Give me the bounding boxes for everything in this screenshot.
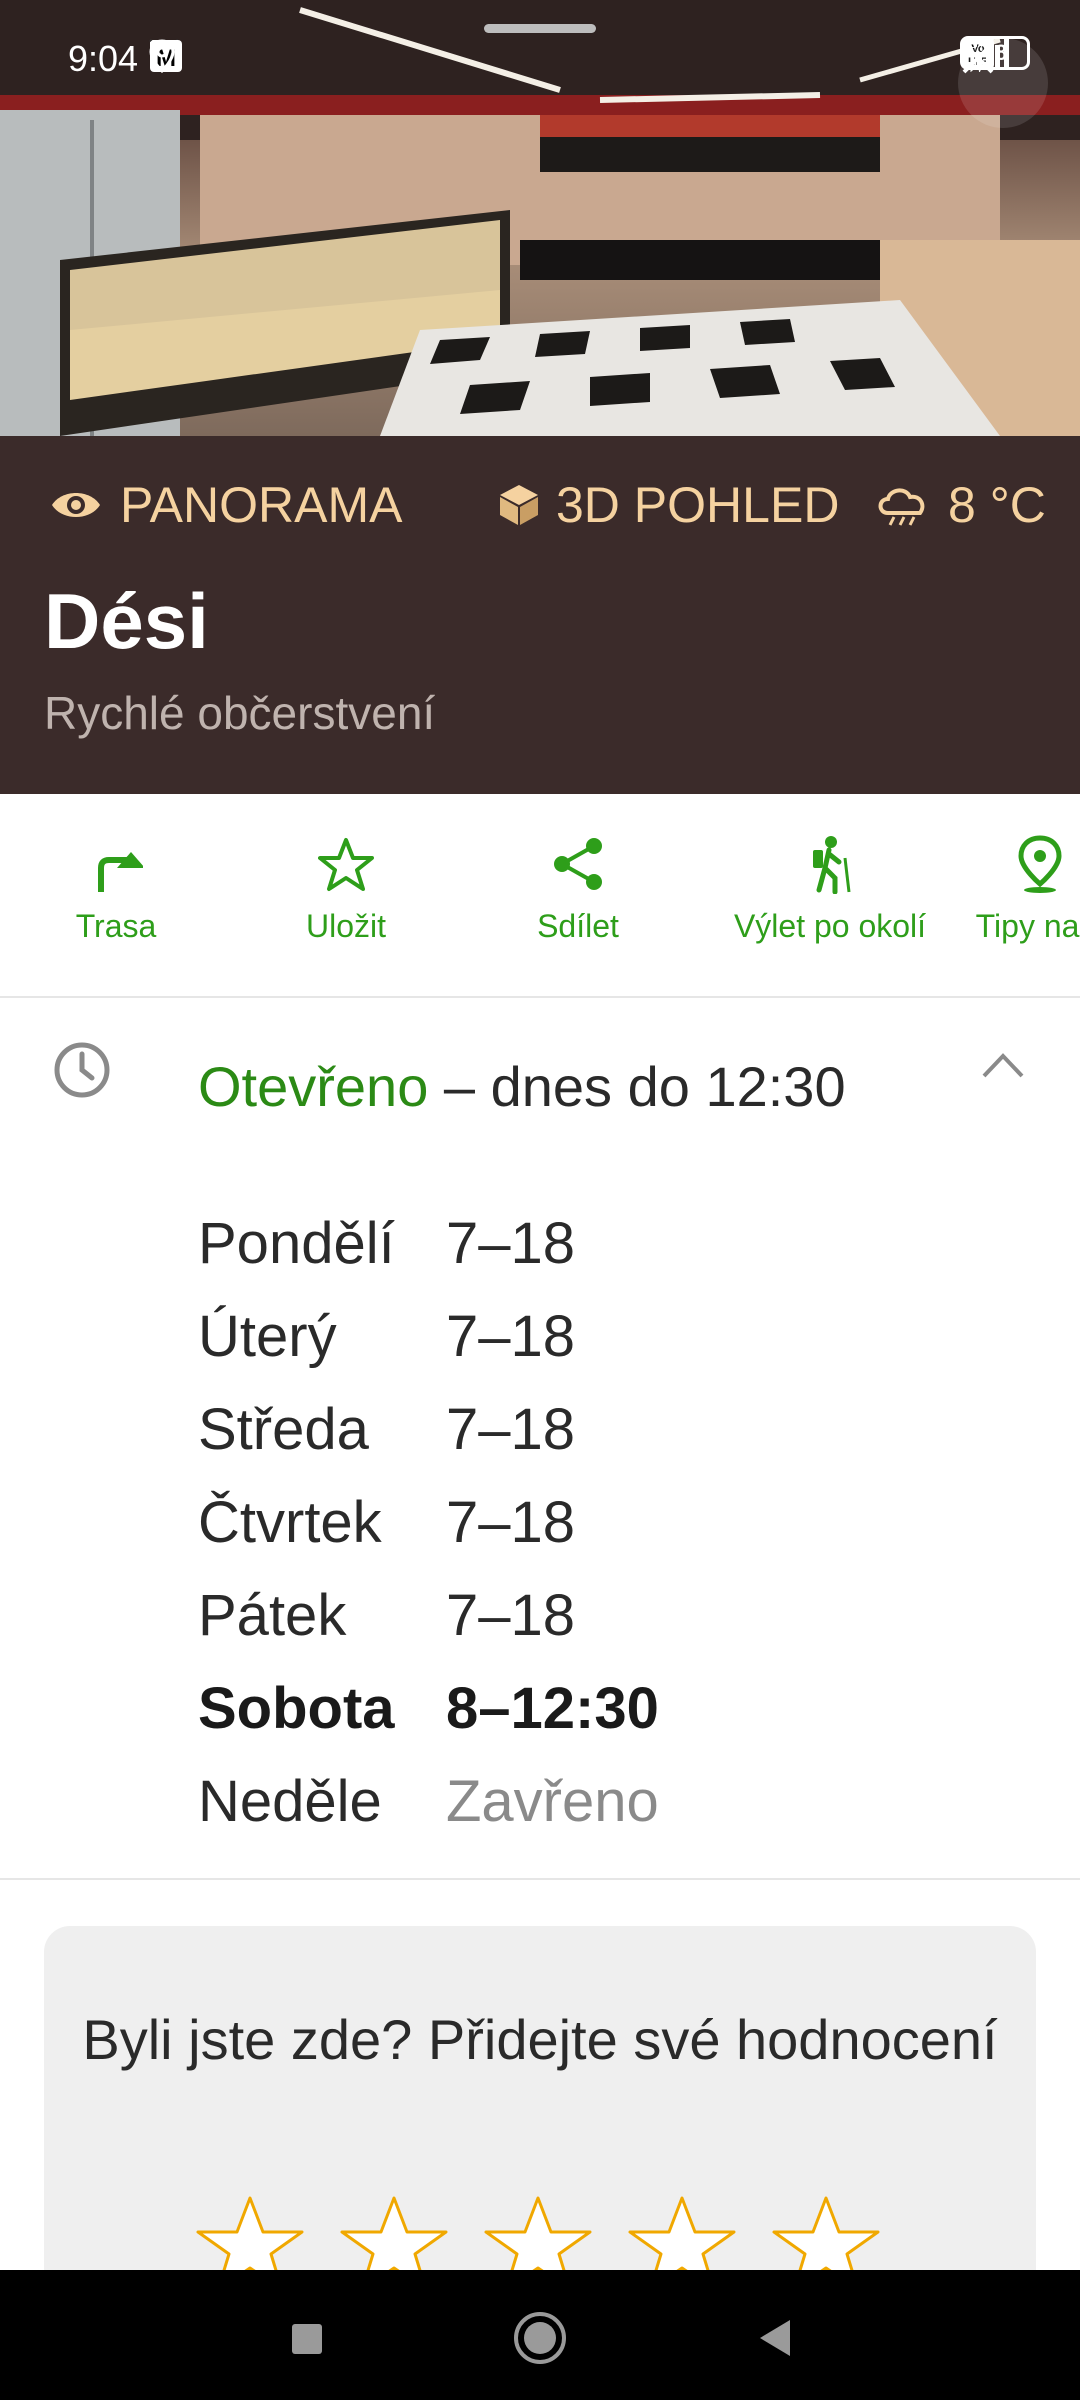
day-hours: 7–18 — [446, 1583, 576, 1648]
place-photo[interactable]: 9:04 M VoLTE 4G+ 78 — [0, 0, 1080, 436]
hours-row-sunday: Neděle Zavřeno — [198, 1768, 659, 1861]
opening-hours-section[interactable]: Otevřeno – dnes do 12:30 Pondělí 7–18 Úte… — [0, 998, 1080, 1880]
day-hours: Zavřeno — [446, 1769, 659, 1834]
close-button[interactable] — [958, 38, 1048, 128]
hours-row-tuesday: Úterý 7–18 — [198, 1303, 659, 1396]
day-name: Pondělí — [198, 1211, 395, 1276]
recents-icon[interactable] — [282, 2308, 332, 2368]
rating-prompt: Byli jste zde? Přidejte své hodnocení — [82, 2008, 998, 2071]
open-status: Otevřeno – dnes do 12:30 — [198, 1054, 846, 1119]
rating-card: Byli jste zde? Přidejte své hodnocení — [44, 1926, 1036, 2306]
temperature-label: 8 °C — [948, 477, 1046, 533]
day-hours: 7–18 — [446, 1304, 576, 1369]
hiker-icon — [813, 836, 851, 894]
day-name: Středa — [198, 1397, 369, 1462]
action-route[interactable]: Trasa — [64, 834, 168, 945]
place-name: Dési — [44, 577, 209, 665]
day-name: Úterý — [198, 1304, 337, 1369]
action-tips[interactable]: Tipy na v — [950, 834, 1080, 945]
action-save-label: Uložit — [305, 908, 386, 944]
status-bar: 9:04 M VoLTE 4G+ 78 — [0, 0, 1080, 110]
place-category: Rychlé občerstvení — [44, 687, 436, 739]
day-name: Neděle — [198, 1769, 382, 1834]
chevron-up-icon[interactable] — [980, 1050, 1026, 1080]
back-icon[interactable] — [752, 2308, 802, 2368]
place-header: PANORAMA 3D POHLED 8 °C Dési Rychlé obče… — [0, 436, 1080, 794]
action-share[interactable]: Sdílet — [522, 834, 634, 945]
cloud-rain-icon — [878, 488, 925, 526]
home-icon[interactable] — [510, 2308, 570, 2368]
action-row[interactable]: Trasa Uložit Sdílet Výlet po okolí Tipy … — [0, 794, 1080, 998]
weather-button[interactable]: 8 °C — [874, 476, 1046, 534]
panorama-button[interactable]: PANORAMA — [48, 476, 402, 534]
action-save[interactable]: Uložit — [284, 834, 408, 945]
day-name: Pátek — [198, 1583, 347, 1648]
route-icon — [98, 852, 143, 892]
action-share-label: Sdílet — [537, 908, 619, 944]
day-hours: 7–18 — [446, 1490, 576, 1555]
3d-view-button[interactable]: 3D POHLED — [498, 476, 839, 534]
action-nearby-trip[interactable]: Výlet po okolí — [712, 834, 948, 945]
hours-row-wednesday: Středa 7–18 — [198, 1396, 659, 1489]
day-hours: 8–12:30 — [446, 1676, 659, 1741]
hours-table: Pondělí 7–18 Úterý 7–18 Středa 7–18 Čtvrtek… — [198, 1210, 659, 1861]
action-nearby-trip-label: Výlet po okolí — [733, 908, 927, 944]
pin-icon — [1018, 835, 1062, 893]
clock-icon — [54, 1042, 110, 1098]
system-nav-bar — [0, 2270, 1080, 2400]
3d-view-label: 3D POHLED — [556, 477, 840, 533]
day-name: Sobota — [198, 1676, 395, 1741]
cube-icon — [500, 485, 538, 525]
hours-row-saturday: Sobota 8–12:30 — [198, 1675, 659, 1768]
panorama-label: PANORAMA — [120, 477, 403, 533]
hours-row-thursday: Čtvrtek 7–18 — [198, 1489, 659, 1582]
open-status-detail: – dnes do 12:30 — [428, 1055, 846, 1118]
hours-row-friday: Pátek 7–18 — [198, 1582, 659, 1675]
share-icon — [554, 838, 602, 890]
action-route-label: Trasa — [75, 908, 157, 944]
action-tips-label: Tipy na v — [975, 908, 1080, 944]
location-icon — [149, 39, 175, 74]
close-icon — [962, 42, 994, 74]
open-status-label: Otevřeno — [198, 1055, 429, 1118]
day-hours: 7–18 — [446, 1397, 576, 1462]
status-time: 9:04 — [68, 38, 139, 79]
star-icon — [318, 838, 374, 891]
eye-icon — [52, 493, 100, 517]
day-name: Čtvrtek — [198, 1490, 382, 1555]
day-hours: 7–18 — [446, 1211, 576, 1276]
hours-row-monday: Pondělí 7–18 — [198, 1210, 659, 1303]
